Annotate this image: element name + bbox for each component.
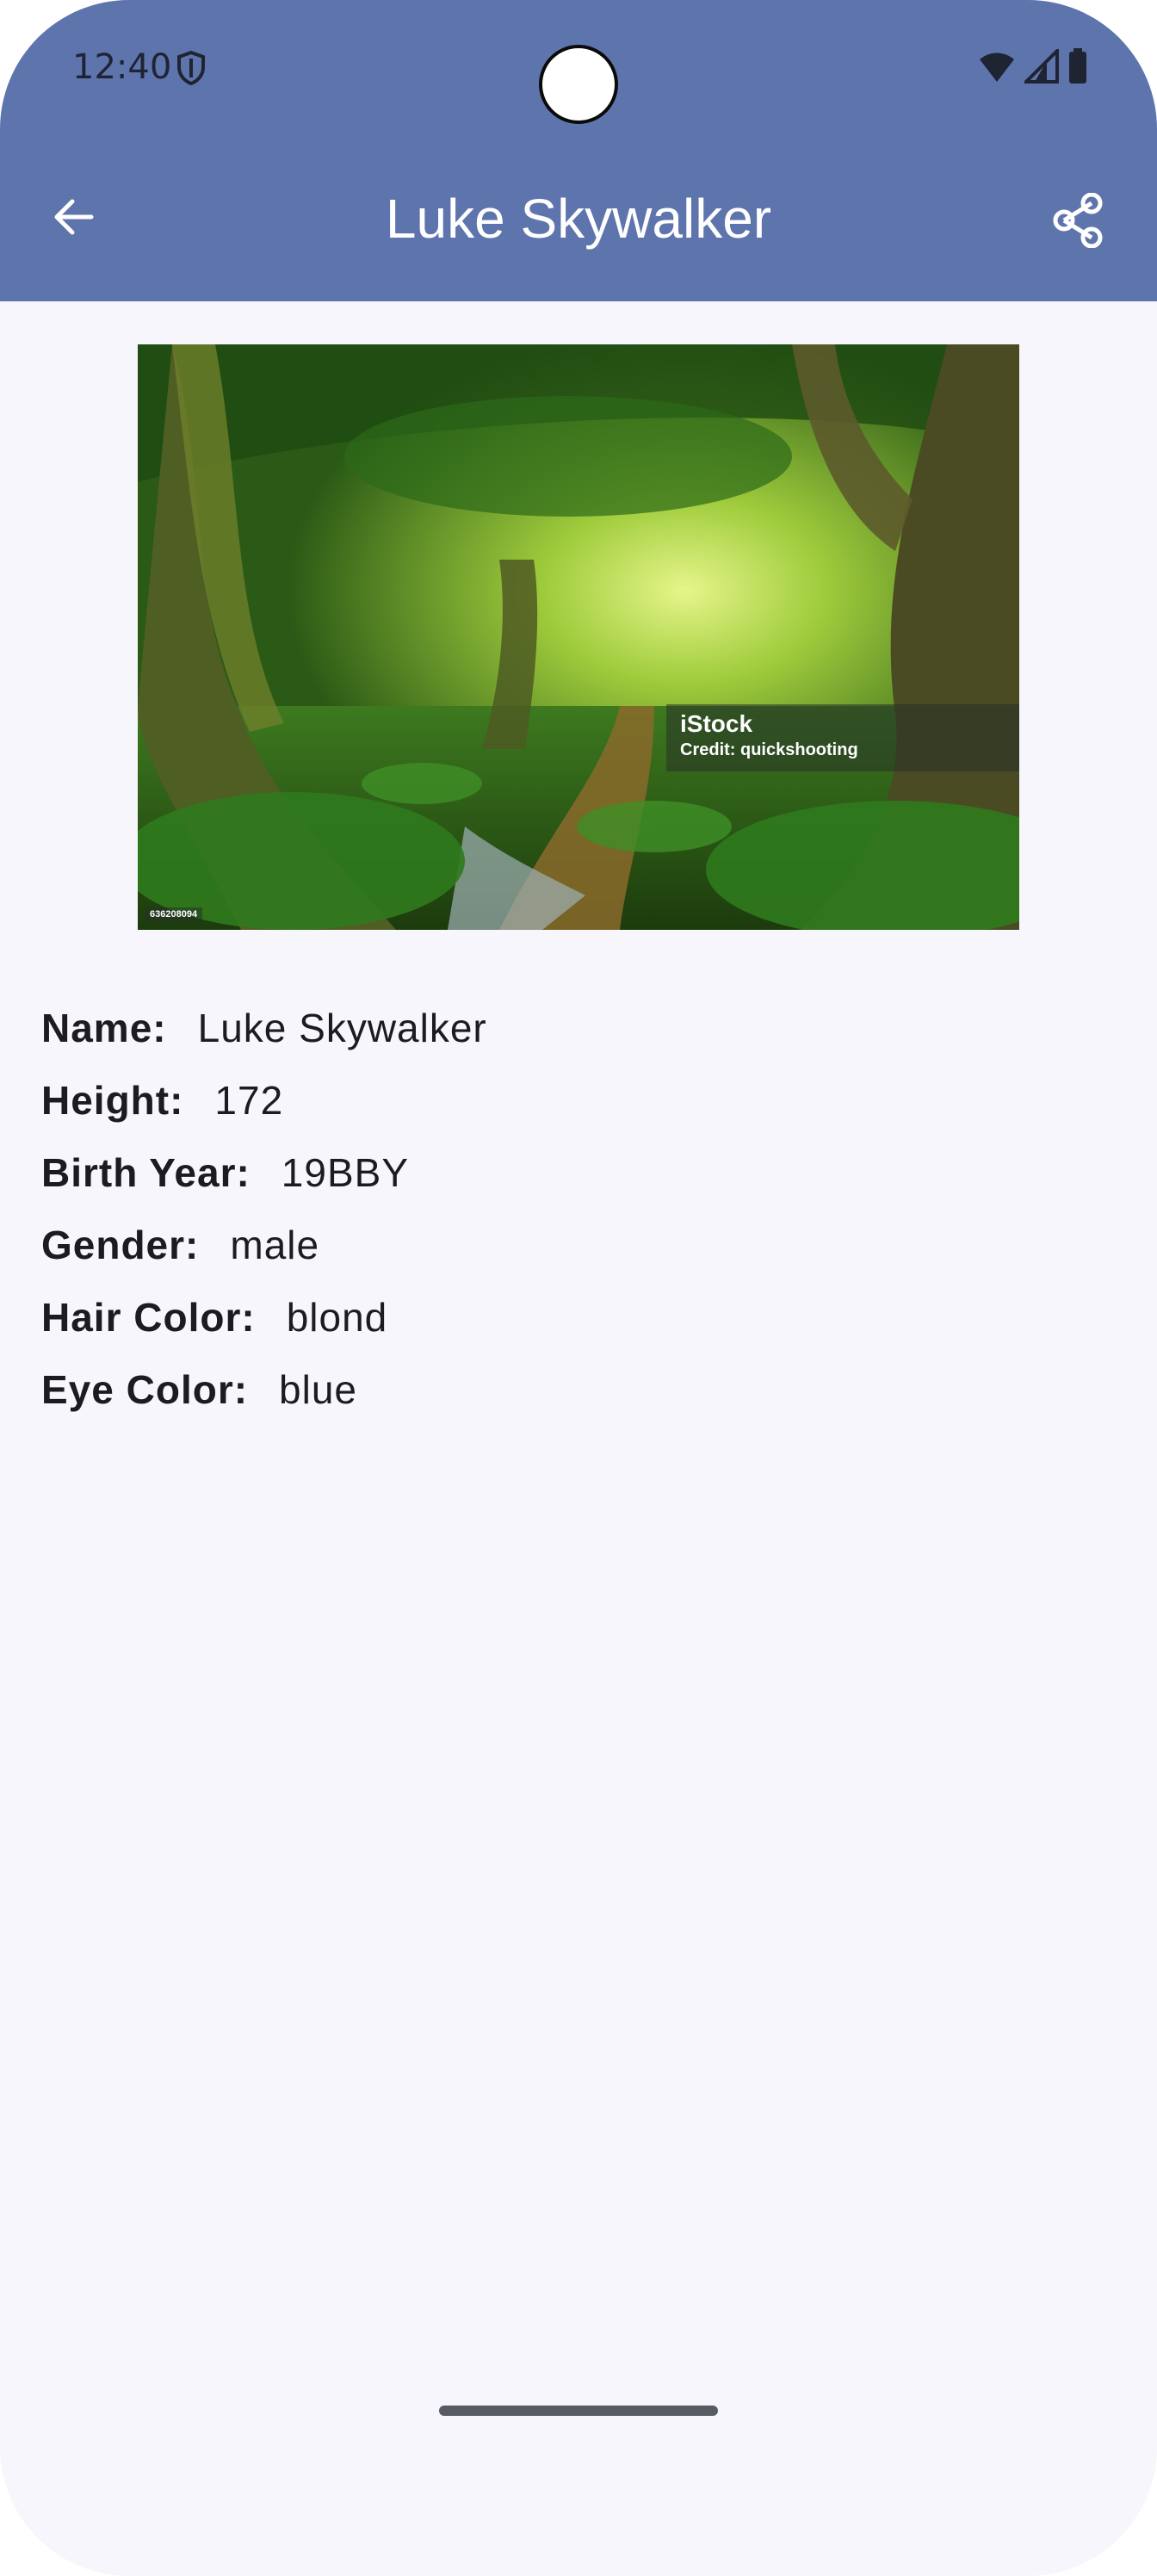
detail-label: Gender:	[41, 1223, 200, 1267]
detail-label: Name:	[41, 1006, 167, 1050]
detail-row-name: Name: Luke Skywalker	[41, 992, 487, 1064]
share-button[interactable]	[1043, 188, 1112, 257]
detail-value: 172	[214, 1078, 284, 1123]
detail-row-hair-color: Hair Color: blond	[41, 1281, 487, 1353]
arrow-back-icon	[50, 195, 95, 244]
cellular-signal-icon	[1024, 49, 1059, 84]
wifi-icon	[978, 49, 1016, 84]
character-details: Name: Luke Skywalker Height: 172 Birth Y…	[41, 992, 487, 1426]
detail-label: Height:	[41, 1078, 184, 1123]
watermark: iStock Credit: quickshooting	[666, 704, 1019, 771]
detail-row-birth-year: Birth Year: 19BBY	[41, 1136, 487, 1209]
detail-value: Luke Skywalker	[197, 1006, 487, 1050]
detail-row-gender: Gender: male	[41, 1209, 487, 1281]
jungle-illustration	[138, 344, 1019, 930]
detail-label: Eye Color:	[41, 1367, 249, 1412]
watermark-brand: iStock	[680, 710, 753, 737]
detail-label: Hair Color:	[41, 1295, 256, 1340]
camera-cutout	[539, 45, 618, 124]
detail-label: Birth Year:	[41, 1150, 251, 1195]
detail-value: 19BBY	[281, 1150, 410, 1195]
detail-value: blond	[286, 1295, 388, 1340]
status-time: 12:40	[72, 47, 172, 87]
page-title: Luke Skywalker	[385, 188, 772, 250]
detail-value: male	[230, 1223, 320, 1267]
detail-row-eye-color: Eye Color: blue	[41, 1353, 487, 1426]
back-button[interactable]	[41, 188, 103, 250]
watermark-credit: Credit: quickshooting	[680, 740, 858, 759]
detail-row-height: Height: 172	[41, 1064, 487, 1136]
detail-value: blue	[279, 1367, 358, 1412]
app-bar: 12:40 Luke Skywalker	[0, 0, 1157, 301]
home-indicator[interactable]	[439, 2406, 718, 2416]
device-screen: 12:40 Luke Skywalker iStock Credit: quic…	[0, 0, 1157, 2576]
image-id: 636208094	[145, 907, 203, 921]
battery-icon	[1067, 48, 1088, 84]
shield-icon	[176, 50, 207, 86]
status-icons	[978, 48, 1088, 84]
character-image: iStock Credit: quickshooting 636208094	[138, 344, 1019, 930]
share-icon	[1052, 192, 1104, 252]
